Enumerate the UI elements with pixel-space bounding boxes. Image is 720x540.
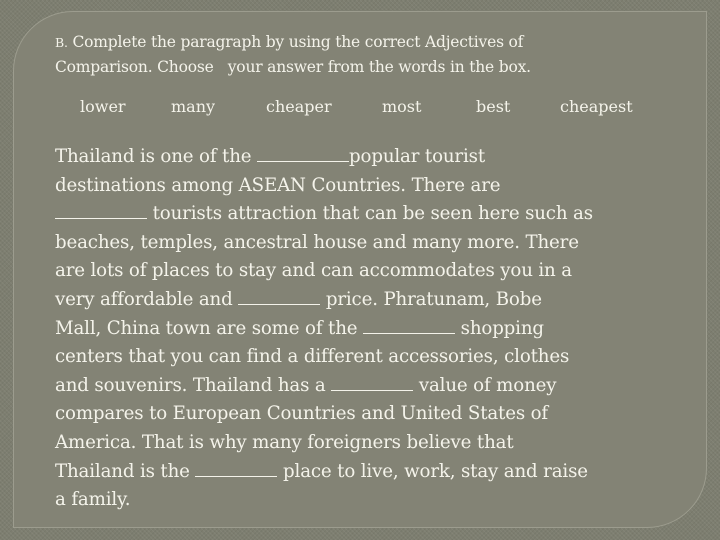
line-text: are lots of places to stay and can accom… xyxy=(55,260,572,282)
answer-blank-1[interactable] xyxy=(257,143,350,162)
instructions: B. Complete the paragraph by using the c… xyxy=(55,30,655,79)
line-text: Mall, China town are some of the xyxy=(55,317,364,339)
paragraph-line: centers that you can find a different ac… xyxy=(55,343,695,372)
line-text: Thailand is one of the xyxy=(55,146,258,167)
word-box: lower many cheaper most best cheapest xyxy=(55,97,665,123)
word-choice: cheaper xyxy=(266,97,332,116)
paragraph-line: Mall, China town are some of the shoppin… xyxy=(55,315,695,344)
instructions-line-1: B. Complete the paragraph by using the c… xyxy=(55,30,655,55)
line-text: price. Phratunam, Bobe xyxy=(320,288,542,310)
line-text: America. That is why many foreigners bel… xyxy=(55,431,514,453)
line-text: very affordable and xyxy=(55,288,239,310)
line-text: place to live, work, stay and raise xyxy=(277,460,588,482)
word-choice: cheapest xyxy=(560,97,633,116)
paragraph-line: compares to European Countries and Unite… xyxy=(55,400,695,429)
answer-blank-6[interactable] xyxy=(195,458,278,477)
answer-blank-2[interactable] xyxy=(55,200,147,220)
paragraph-line: tourists attraction that can be seen her… xyxy=(55,200,695,229)
answer-blank-4[interactable] xyxy=(363,315,456,334)
word-choice: lower xyxy=(80,97,126,116)
line-text: compares to European Countries and Unite… xyxy=(55,403,549,425)
word-choice: most xyxy=(382,97,422,116)
paragraph-line: beaches, temples, ancestral house and ma… xyxy=(55,229,695,258)
line-text: beaches, temples, ancestral house and ma… xyxy=(55,231,579,253)
section-label: B. xyxy=(55,35,68,50)
paragraph-line: destinations among ASEAN Countries. Ther… xyxy=(55,172,695,201)
word-choice: many xyxy=(171,97,216,116)
paragraph-line: America. That is why many foreigners bel… xyxy=(55,429,695,458)
line-text: a family. xyxy=(55,489,131,511)
line-text: destinations among ASEAN Countries. Ther… xyxy=(55,174,501,196)
line-text: Thailand is the xyxy=(55,460,196,482)
instructions-text-1: Complete the paragraph by using the corr… xyxy=(72,33,524,51)
line-text: centers that you can find a different ac… xyxy=(55,346,570,368)
exercise-paragraph: Thailand is one of the popular tourist d… xyxy=(55,143,695,515)
paragraph-line: a family. xyxy=(55,486,695,515)
line-text: and souvenirs. Thailand has a xyxy=(55,374,332,396)
line-text: popular tourist xyxy=(349,146,485,167)
instructions-text-2: Comparison. Choose your answer from the … xyxy=(55,58,531,76)
line-text: value of money xyxy=(413,374,557,396)
paragraph-line: are lots of places to stay and can accom… xyxy=(55,257,695,286)
word-choice: best xyxy=(476,97,511,116)
answer-blank-3[interactable] xyxy=(238,286,321,305)
answer-blank-5[interactable] xyxy=(331,372,414,391)
paragraph-line: and souvenirs. Thailand has a value of m… xyxy=(55,372,695,401)
instructions-line-2: Comparison. Choose your answer from the … xyxy=(55,55,655,79)
line-text: shopping xyxy=(455,317,544,339)
paragraph-line: very affordable and price. Phratunam, Bo… xyxy=(55,286,695,315)
line-text: tourists attraction that can be seen her… xyxy=(147,203,593,225)
paragraph-line: Thailand is the place to live, work, sta… xyxy=(55,458,695,487)
paragraph-line: Thailand is one of the popular tourist xyxy=(55,143,695,172)
